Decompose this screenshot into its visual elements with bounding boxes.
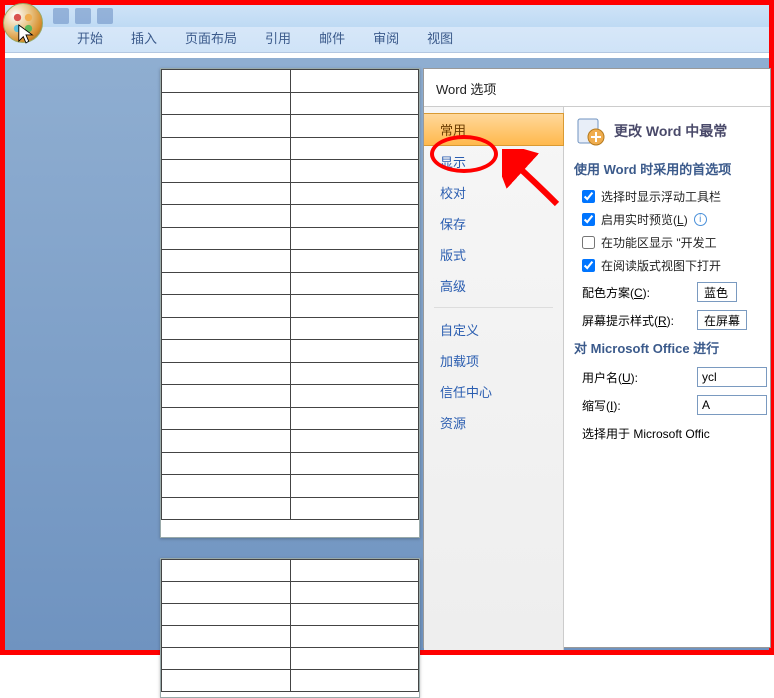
word-options-dialog: Word 选项 常用 显示 校对 保存 版式 高级 自定义 加载项 信任中	[423, 68, 771, 648]
select-color-scheme[interactable]: 蓝色	[697, 282, 737, 302]
sidebar-item-save[interactable]: 保存	[424, 208, 563, 239]
qat-save-icon[interactable]	[53, 8, 69, 24]
sidebar-item-general[interactable]: 常用	[424, 113, 564, 146]
checkbox-reading-view[interactable]	[582, 259, 595, 272]
sidebar-item-trust-center[interactable]: 信任中心	[424, 376, 563, 407]
tab-references[interactable]: 引用	[251, 24, 305, 52]
section-title-personalize: 对 Microsoft Office 进行	[574, 338, 770, 357]
label-color-scheme: 配色方案(C):	[582, 284, 687, 301]
options-sidebar: 常用 显示 校对 保存 版式 高级 自定义 加载项 信任中心 资源	[424, 107, 564, 650]
tab-review[interactable]: 审阅	[359, 24, 413, 52]
label-mini-toolbar: 选择时显示浮动工具栏	[601, 188, 721, 205]
document-workspace: Word 选项 常用 显示 校对 保存 版式 高级 自定义 加载项 信任中	[5, 58, 769, 650]
checkbox-developer-tab[interactable]	[582, 236, 595, 249]
sidebar-item-customize[interactable]: 自定义	[424, 314, 563, 345]
input-username[interactable]	[697, 367, 767, 387]
document-table-2	[161, 559, 419, 692]
document-page-1	[160, 68, 420, 538]
label-initials: 缩写(I):	[582, 397, 687, 414]
tab-home[interactable]: 开始	[63, 24, 117, 52]
checkbox-live-preview[interactable]	[582, 213, 595, 226]
dialog-title: Word 选项	[424, 69, 770, 106]
section-title-preferences: 使用 Word 时采用的首选项	[574, 159, 770, 178]
sidebar-item-proofing[interactable]: 校对	[424, 177, 563, 208]
sidebar-separator	[434, 307, 553, 308]
options-header-text: 更改 Word 中最常	[614, 121, 727, 141]
checkbox-mini-toolbar[interactable]	[582, 190, 595, 203]
label-live-preview: 启用实时预览(L)	[601, 211, 688, 228]
label-developer-tab: 在功能区显示 "开发工	[601, 234, 717, 251]
sidebar-item-advanced[interactable]: 高级	[424, 270, 563, 301]
tab-insert[interactable]: 插入	[117, 24, 171, 52]
label-screentip-style: 屏幕提示样式(R):	[582, 312, 687, 329]
tab-view[interactable]: 视图	[413, 24, 467, 52]
options-header-icon	[574, 115, 606, 147]
qat-redo-icon[interactable]	[97, 8, 113, 24]
info-icon[interactable]: i	[694, 213, 707, 226]
label-username: 用户名(U):	[582, 369, 687, 386]
tab-page-layout[interactable]: 页面布局	[171, 24, 251, 52]
sidebar-item-display[interactable]: 显示	[424, 146, 563, 177]
quick-access-toolbar	[53, 5, 113, 27]
document-table-1	[161, 69, 419, 520]
tab-mailings[interactable]: 邮件	[305, 24, 359, 52]
sidebar-item-resources[interactable]: 资源	[424, 407, 563, 438]
input-initials[interactable]	[697, 395, 767, 415]
sidebar-item-addins[interactable]: 加载项	[424, 345, 563, 376]
qat-undo-icon[interactable]	[75, 8, 91, 24]
document-page-2	[160, 558, 420, 698]
sidebar-item-layout[interactable]: 版式	[424, 239, 563, 270]
options-content-panel: 更改 Word 中最常 使用 Word 时采用的首选项 选择时显示浮动工具栏 启…	[564, 107, 770, 650]
select-screentip-style[interactable]: 在屏幕	[697, 310, 747, 330]
note-text: 选择用于 Microsoft Offic	[582, 425, 770, 442]
label-reading-view: 在阅读版式视图下打开	[601, 257, 721, 274]
mouse-cursor-icon	[17, 23, 35, 48]
ribbon-tabs: 开始 插入 页面布局 引用 邮件 审阅 视图	[5, 27, 769, 53]
